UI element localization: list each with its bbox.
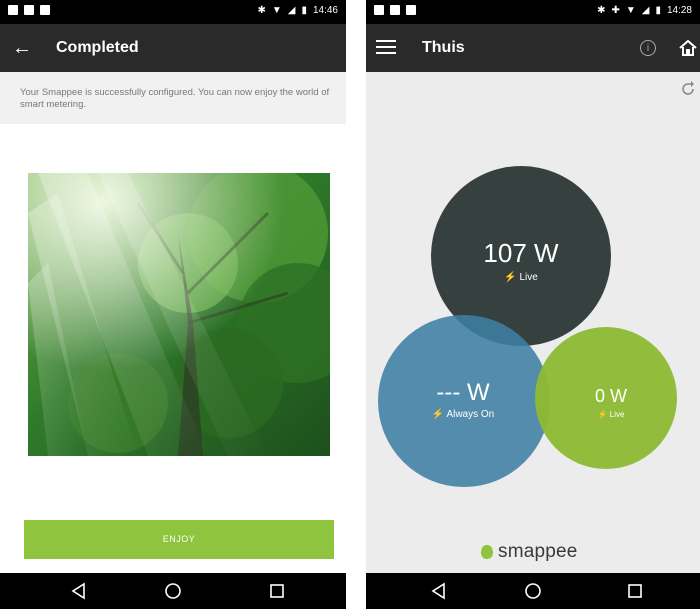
brand-name: smappee — [498, 541, 578, 562]
system-nav-bar — [0, 573, 346, 609]
total-live-label: Live — [519, 272, 538, 283]
back-arrow-icon[interactable]: ← — [10, 36, 34, 60]
back-nav-icon[interactable] — [62, 573, 96, 609]
back-nav-icon[interactable] — [422, 573, 456, 609]
system-icons: ✱ ▼ ◢ ▮ 14:46 — [257, 5, 338, 17]
home-nav-icon[interactable] — [156, 573, 190, 609]
forest-sunrays-image — [28, 173, 330, 456]
recents-nav-icon[interactable] — [618, 573, 652, 609]
lightning-icon: ⚡ — [504, 272, 517, 283]
lightning-icon: ⚡ — [597, 410, 608, 419]
smappee-mark-icon — [481, 545, 493, 559]
total-power-value: 107 W — [483, 238, 559, 268]
recents-nav-icon[interactable] — [260, 573, 294, 609]
bluetooth-icon: ✱ — [257, 5, 266, 16]
total-power-label: ⚡ Live — [471, 272, 571, 283]
energy-venn-diagram — [378, 166, 677, 487]
status-time: 14:46 — [312, 5, 338, 16]
solar-power-label: ⚡ Live — [581, 410, 641, 419]
image-icon — [40, 5, 50, 15]
solar-power-value: 0 W — [594, 386, 627, 406]
lightning-icon: ⚡ — [431, 409, 445, 420]
download-icon — [8, 5, 18, 15]
system-nav-bar — [366, 573, 700, 609]
status-bar: ✱ ▼ ◢ ▮ 14:46 — [0, 0, 346, 24]
smappee-logo: smappee — [480, 541, 578, 563]
app-bar: ← Completed — [0, 24, 346, 72]
home-dashboard-screen: ✱ ✚ ▼ ◢ ▮ 14:28 Thuis i 107 W ⚡ Live ---… — [366, 0, 700, 609]
battery-icon: ▮ — [301, 5, 307, 16]
home-nav-icon[interactable] — [516, 573, 550, 609]
completed-screen: ✱ ▼ ◢ ▮ 14:46 ← Completed Your Smappee i… — [0, 0, 346, 609]
notification-icon — [24, 5, 34, 15]
always-on-value: --- W — [436, 379, 490, 406]
notification-icons — [8, 5, 50, 15]
always-on-text: Always On — [446, 409, 495, 420]
always-on-label: ⚡ Always On — [408, 409, 518, 420]
solar-live-label: Live — [609, 410, 625, 419]
wifi-icon: ▼ — [271, 5, 282, 16]
success-message: Your Smappee is successfully configured.… — [20, 87, 330, 110]
signal-icon: ◢ — [287, 5, 296, 16]
success-message-banner: Your Smappee is successfully configured.… — [0, 72, 346, 124]
enjoy-button[interactable]: ENJOY — [24, 520, 334, 559]
page-title: Completed — [56, 39, 139, 56]
